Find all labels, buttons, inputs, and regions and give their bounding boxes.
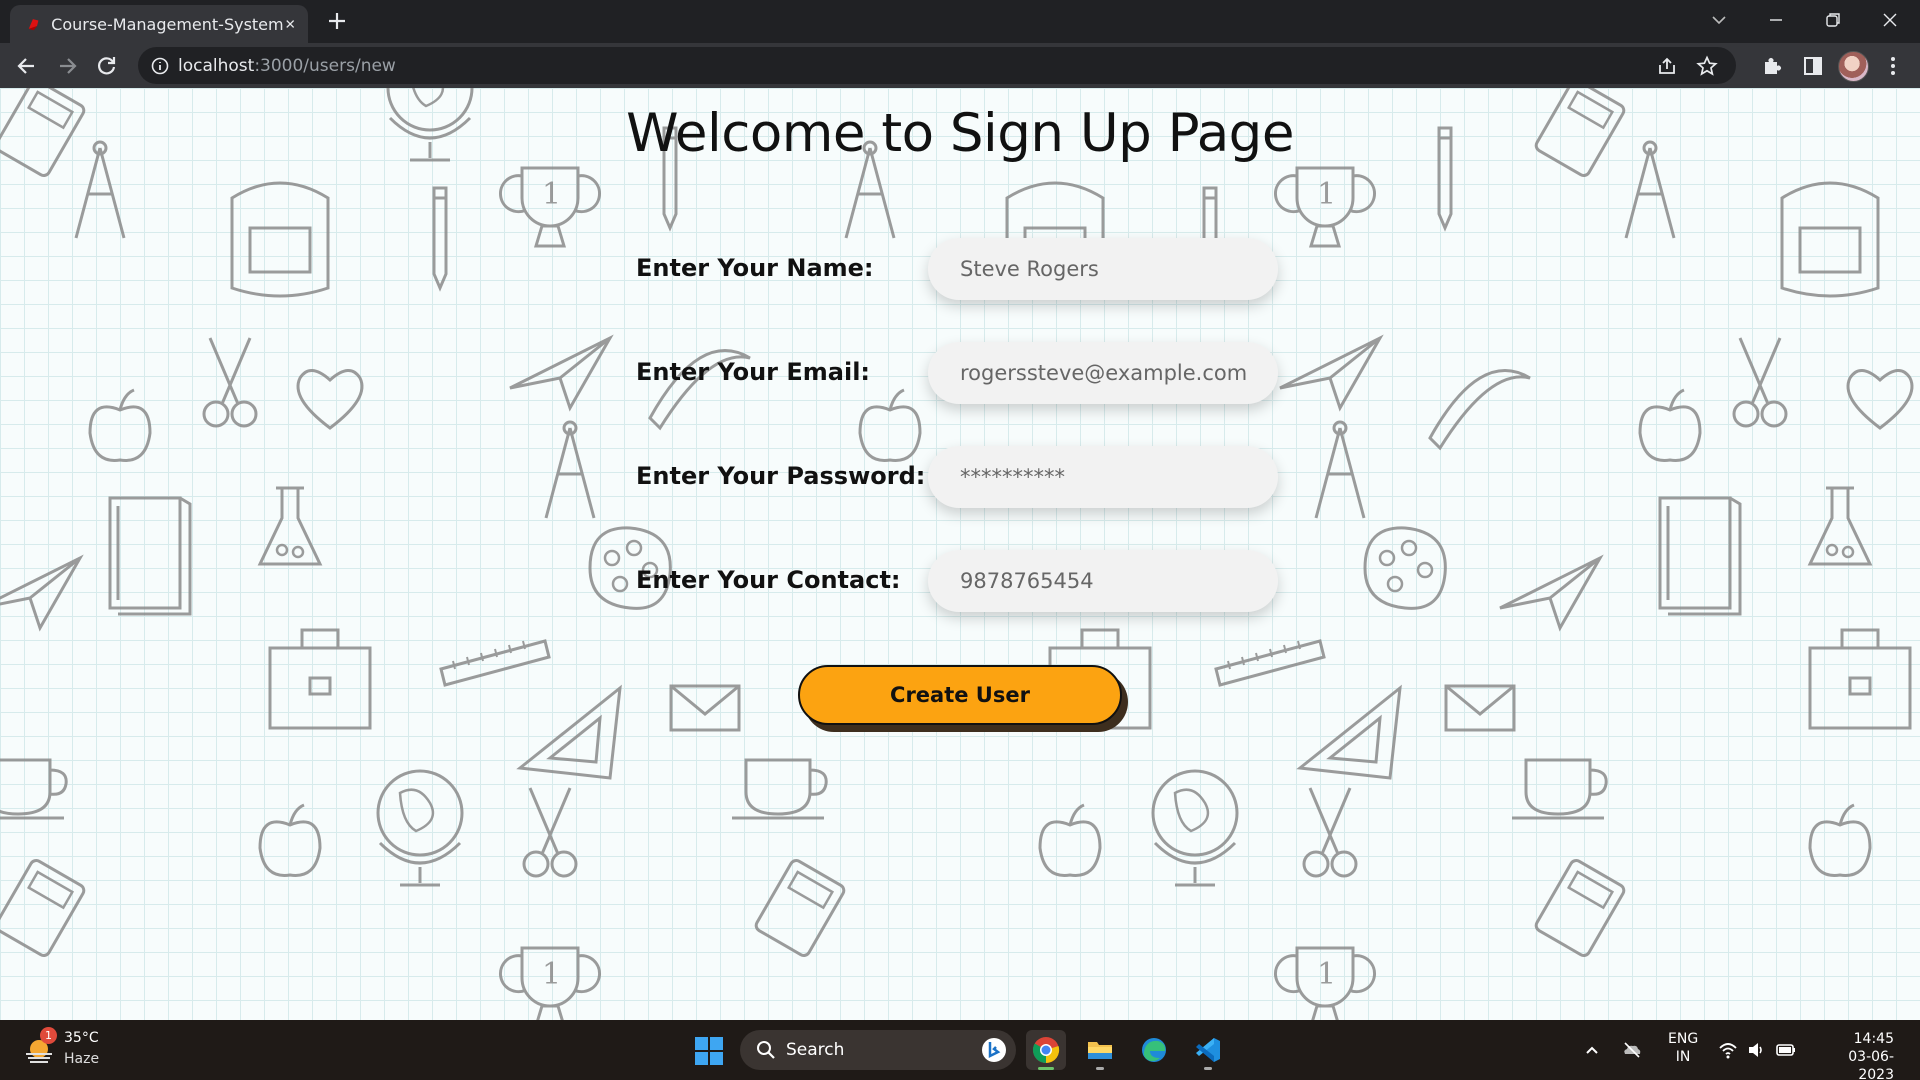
language-indicator[interactable]: ENG IN [1668, 1030, 1698, 1066]
weather-notification-badge: 1 [40, 1027, 57, 1044]
active-indicator [1038, 1067, 1054, 1070]
name-input[interactable] [928, 238, 1278, 300]
onedrive-offline-icon[interactable] [1622, 1040, 1642, 1060]
tab-title: Course-Management-System [51, 14, 284, 34]
page-title: Welcome to Sign Up Page [626, 103, 1294, 164]
url-text[interactable]: localhost:3000/users/new [178, 56, 396, 76]
name-label: Enter Your Name: [636, 254, 874, 282]
address-bar[interactable]: localhost:3000/users/new [138, 47, 1736, 84]
browser-titlebar: Course-Management-System [0, 0, 1920, 43]
clock-date: 03-06-2023 [1848, 1049, 1894, 1080]
email-label: Enter Your Email: [636, 358, 871, 386]
edge-icon [1142, 1038, 1166, 1062]
taskbar-vscode[interactable] [1188, 1030, 1228, 1070]
running-indicator [1204, 1067, 1212, 1070]
browser-toolbar: localhost:3000/users/new [0, 43, 1920, 88]
taskbar-search[interactable]: Search [740, 1030, 1016, 1070]
name-row: Enter Your Name: [636, 238, 1286, 302]
battery-charging-icon[interactable] [1776, 1040, 1796, 1060]
web-page: 1 [0, 88, 1920, 1020]
weather-condition[interactable]: Haze [64, 1051, 99, 1067]
volume-icon[interactable] [1746, 1040, 1766, 1060]
url-path: :3000/users/new [254, 56, 396, 76]
share-icon[interactable] [1656, 55, 1678, 77]
running-indicator [1096, 1067, 1104, 1070]
bing-icon[interactable] [980, 1036, 1008, 1064]
taskbar-edge[interactable] [1134, 1030, 1174, 1070]
taskbar-file-explorer[interactable] [1080, 1030, 1120, 1070]
minimize-icon[interactable] [1764, 8, 1788, 32]
password-input[interactable] [928, 446, 1278, 508]
folder-icon [1088, 1042, 1112, 1059]
vscode-icon [1196, 1038, 1220, 1062]
taskbar-chrome[interactable] [1026, 1030, 1066, 1070]
password-label: Enter Your Password: [636, 462, 926, 490]
info-icon[interactable] [150, 56, 170, 76]
weather-temperature[interactable]: 35°C [64, 1030, 99, 1046]
search-icon [757, 1041, 775, 1059]
side-panel-icon[interactable] [1800, 53, 1826, 79]
reload-icon[interactable] [94, 53, 120, 79]
close-tab-icon[interactable] [284, 15, 296, 33]
profile-avatar[interactable] [1838, 51, 1869, 82]
back-arrow-icon[interactable] [14, 53, 40, 79]
forward-arrow-icon[interactable] [54, 53, 80, 79]
system-clock[interactable]: 14:45 03-06-2023 [1816, 1030, 1894, 1080]
password-row: Enter Your Password: [636, 446, 1286, 510]
windows-taskbar: 1 35°C Haze Search ENG IN 14:45 03-06-20… [0, 1020, 1920, 1080]
search-label: Search [786, 1040, 845, 1060]
clock-time: 14:45 [1853, 1031, 1894, 1047]
new-tab-icon[interactable] [326, 10, 348, 32]
puzzle-icon[interactable] [1760, 53, 1786, 79]
browser-tab[interactable]: Course-Management-System [10, 5, 308, 43]
show-hidden-icons-chevron-icon[interactable] [1582, 1040, 1602, 1060]
region-code: IN [1675, 1049, 1691, 1065]
restore-icon[interactable] [1821, 8, 1845, 32]
windows-start-icon[interactable] [694, 1036, 724, 1066]
wifi-icon[interactable] [1718, 1040, 1738, 1060]
create-user-button[interactable]: Create User [798, 665, 1122, 725]
screen: Course-Management-System localhost:3000/… [0, 0, 1920, 1080]
email-row: Enter Your Email: [636, 342, 1286, 406]
contact-label: Enter Your Contact: [636, 566, 901, 594]
language-code: ENG [1668, 1031, 1699, 1047]
star-icon[interactable] [1696, 55, 1718, 77]
kebab-menu-icon[interactable] [1880, 53, 1906, 79]
contact-row: Enter Your Contact: [636, 550, 1286, 614]
ruby-favicon-icon [28, 19, 39, 31]
tab-search-chevron-icon[interactable] [1707, 8, 1731, 32]
chrome-icon [1032, 1037, 1060, 1064]
email-input[interactable] [928, 342, 1278, 404]
contact-input[interactable] [928, 550, 1278, 612]
close-window-icon[interactable] [1878, 8, 1902, 32]
url-host: localhost [178, 56, 255, 76]
